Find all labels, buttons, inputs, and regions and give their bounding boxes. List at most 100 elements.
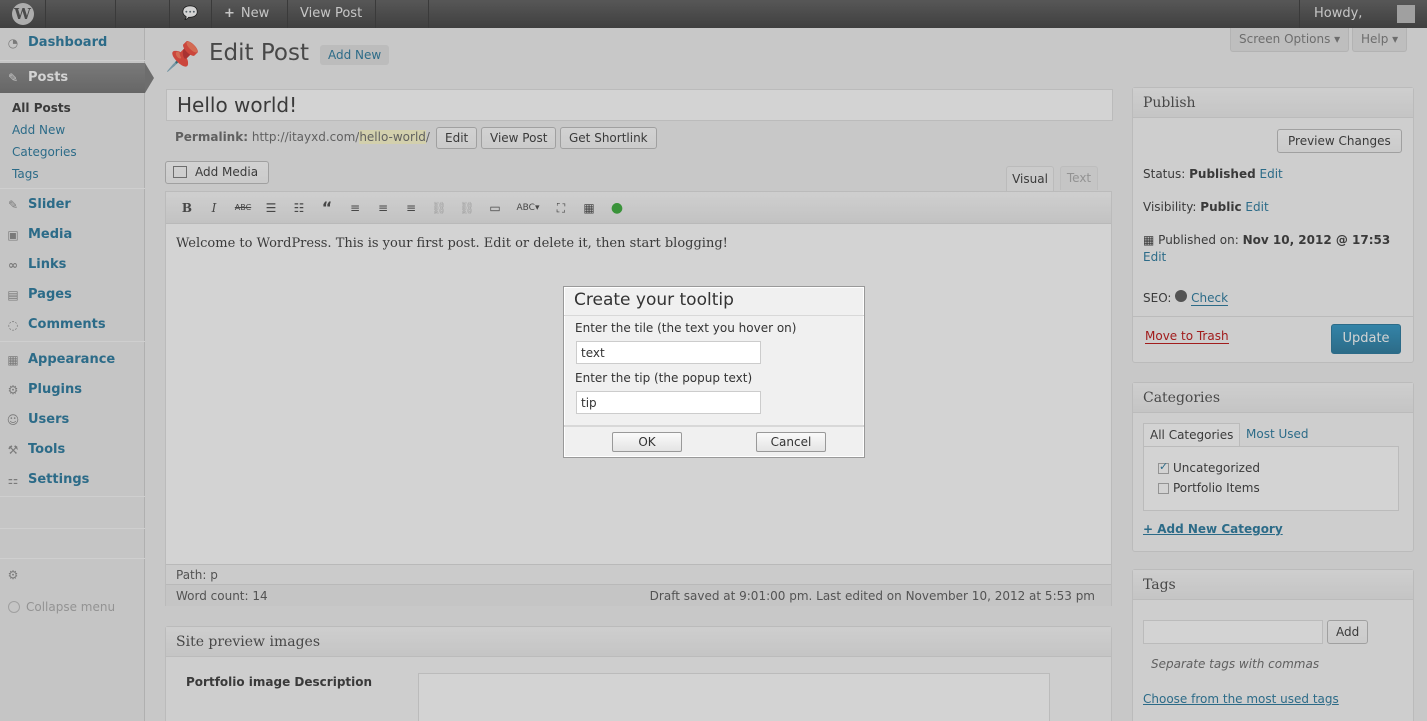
tag-input[interactable]	[1143, 620, 1323, 644]
numbered-list-icon[interactable]: ☷	[289, 199, 309, 217]
comments-icon: ◌	[7, 318, 19, 332]
tooltip-tip-input[interactable]	[576, 391, 761, 414]
tab-text[interactable]: Text	[1060, 166, 1098, 190]
dialog-divider	[564, 315, 864, 316]
wordpress-logo-icon[interactable]: W	[0, 0, 46, 28]
categories-list: Uncategorized Portfolio Items	[1143, 446, 1399, 511]
my-account-menu[interactable]: Howdy,	[1299, 0, 1427, 28]
align-right-icon[interactable]: ≡	[401, 199, 421, 217]
tooltip-plugin-icon[interactable]: ●	[607, 199, 627, 217]
kitchen-sink-icon[interactable]: ▦	[579, 199, 599, 217]
visibility-label: Visibility:	[1143, 200, 1197, 214]
submenu-tags[interactable]: Tags	[12, 167, 39, 181]
add-tag-button[interactable]: Add	[1327, 620, 1369, 644]
plugins-icon: ⚙	[7, 383, 19, 397]
preview-changes-button[interactable]: Preview Changes	[1277, 129, 1402, 153]
permalink-slug[interactable]: hello-world	[359, 130, 426, 144]
menu-settings-label: Settings	[28, 472, 90, 487]
admin-bar-item[interactable]	[376, 0, 429, 28]
portfolio-description-input[interactable]	[418, 673, 1050, 721]
bullet-list-icon[interactable]: ☰	[261, 199, 281, 217]
links-icon: ∞	[8, 258, 18, 272]
updates-item[interactable]	[116, 0, 170, 28]
cancel-button[interactable]: Cancel	[756, 432, 826, 452]
status-label: Status:	[1143, 167, 1186, 181]
publish-divider	[1133, 316, 1413, 317]
editor-path: Path: p	[166, 564, 1111, 584]
unlink-icon[interactable]: ⛓	[457, 199, 477, 217]
tags-title[interactable]: Tags	[1133, 570, 1413, 600]
publish-title[interactable]: Publish	[1133, 88, 1413, 118]
align-left-icon[interactable]: ≡	[345, 199, 365, 217]
pin-icon: ✎	[7, 71, 19, 85]
menu-plugins[interactable]: ⚙ Plugins	[0, 375, 145, 405]
status-row: Status: Published Edit	[1143, 167, 1283, 181]
tooltip-title-input[interactable]	[576, 341, 761, 364]
move-to-trash-link[interactable]: Move to Trash	[1145, 329, 1229, 344]
edit-permalink-button[interactable]: Edit	[436, 127, 478, 149]
help-tab[interactable]: Help ▾	[1352, 28, 1408, 52]
dashboard-icon: ◔	[7, 36, 19, 50]
spellcheck-icon[interactable]: ABC▾	[513, 199, 543, 217]
submenu-categories[interactable]: Categories	[12, 145, 77, 159]
add-new-category-link[interactable]: + Add New Category	[1143, 522, 1283, 536]
menu-settings[interactable]: ⚏ Settings	[0, 465, 145, 495]
strikethrough-icon[interactable]: ABC	[233, 199, 253, 217]
update-button[interactable]: Update	[1331, 324, 1401, 354]
slider-icon: ✎	[7, 198, 19, 212]
menu-comments[interactable]: ◌ Comments	[0, 310, 145, 340]
blockquote-icon[interactable]: “	[317, 199, 337, 217]
collapse-menu[interactable]: Collapse menu	[8, 600, 115, 614]
menu-posts[interactable]: ✎ Posts	[0, 63, 154, 93]
add-media-button[interactable]: Add Media	[165, 161, 270, 184]
add-new-post-button[interactable]: Add New	[320, 45, 390, 65]
post-content[interactable]: Welcome to WordPress. This is your first…	[176, 236, 728, 251]
more-tag-icon[interactable]: ▭	[485, 199, 505, 217]
choose-tags-link[interactable]: Choose from the most used tags	[1143, 692, 1339, 706]
menu-links-label: Links	[28, 257, 67, 272]
edit-date-link[interactable]: Edit	[1143, 250, 1166, 264]
published-value: Nov 10, 2012 @ 17:53	[1242, 233, 1391, 247]
tab-visual[interactable]: Visual	[1006, 166, 1054, 192]
bold-icon[interactable]: B	[177, 199, 197, 217]
comments-icon[interactable]: 💬	[170, 0, 212, 28]
get-shortlink-button[interactable]: Get Shortlink	[560, 127, 657, 149]
link-icon[interactable]: ⛓	[429, 199, 449, 217]
edit-visibility-link[interactable]: Edit	[1245, 200, 1268, 214]
screen-options-tab[interactable]: Screen Options ▾	[1230, 28, 1350, 52]
published-label: Published on:	[1158, 233, 1239, 247]
fullscreen-icon[interactable]: ⛶	[551, 199, 571, 217]
pages-icon: ▤	[7, 288, 19, 302]
published-on-row: ▦ Published on: Nov 10, 2012 @ 17:53	[1143, 233, 1390, 247]
menu-users[interactable]: ☺ Users	[0, 405, 145, 435]
category-checkbox[interactable]	[1158, 460, 1169, 474]
category-checkbox[interactable]	[1158, 483, 1169, 494]
menu-plugin-gear[interactable]: ⚙	[0, 560, 145, 590]
menu-dashboard[interactable]: ◔ Dashboard	[0, 28, 145, 58]
site-preview-title[interactable]: Site preview images	[166, 627, 1111, 657]
menu-tools[interactable]: ⚒ Tools	[0, 435, 145, 465]
menu-appearance[interactable]: ▦ Appearance	[0, 345, 145, 375]
new-content-button[interactable]: + New	[212, 0, 288, 28]
align-center-icon[interactable]: ≡	[373, 199, 393, 217]
menu-media[interactable]: ▣ Media	[0, 220, 145, 250]
post-title-input[interactable]: Hello world!	[166, 89, 1113, 121]
tab-most-used[interactable]: Most Used	[1246, 427, 1309, 441]
menu-links[interactable]: ∞ Links	[0, 250, 145, 280]
view-post-button[interactable]: View Post	[481, 127, 557, 149]
submenu-add-new[interactable]: Add New	[12, 123, 65, 137]
menu-users-label: Users	[28, 412, 70, 427]
menu-pages[interactable]: ▤ Pages	[0, 280, 145, 310]
edit-status-link[interactable]: Edit	[1260, 167, 1283, 181]
categories-title[interactable]: Categories	[1133, 383, 1413, 413]
tab-all-categories[interactable]: All Categories	[1143, 423, 1241, 447]
collapse-label: Collapse menu	[26, 600, 116, 614]
menu-slider[interactable]: ✎ Slider	[0, 190, 145, 220]
ok-button[interactable]: OK	[612, 432, 682, 452]
submenu-all-posts[interactable]: All Posts	[12, 101, 71, 115]
new-label: New	[240, 6, 270, 21]
seo-check-link[interactable]: Check	[1191, 291, 1229, 306]
site-name-item[interactable]	[46, 0, 116, 28]
view-post-link[interactable]: View Post	[288, 0, 376, 28]
italic-icon[interactable]: I	[204, 199, 224, 217]
